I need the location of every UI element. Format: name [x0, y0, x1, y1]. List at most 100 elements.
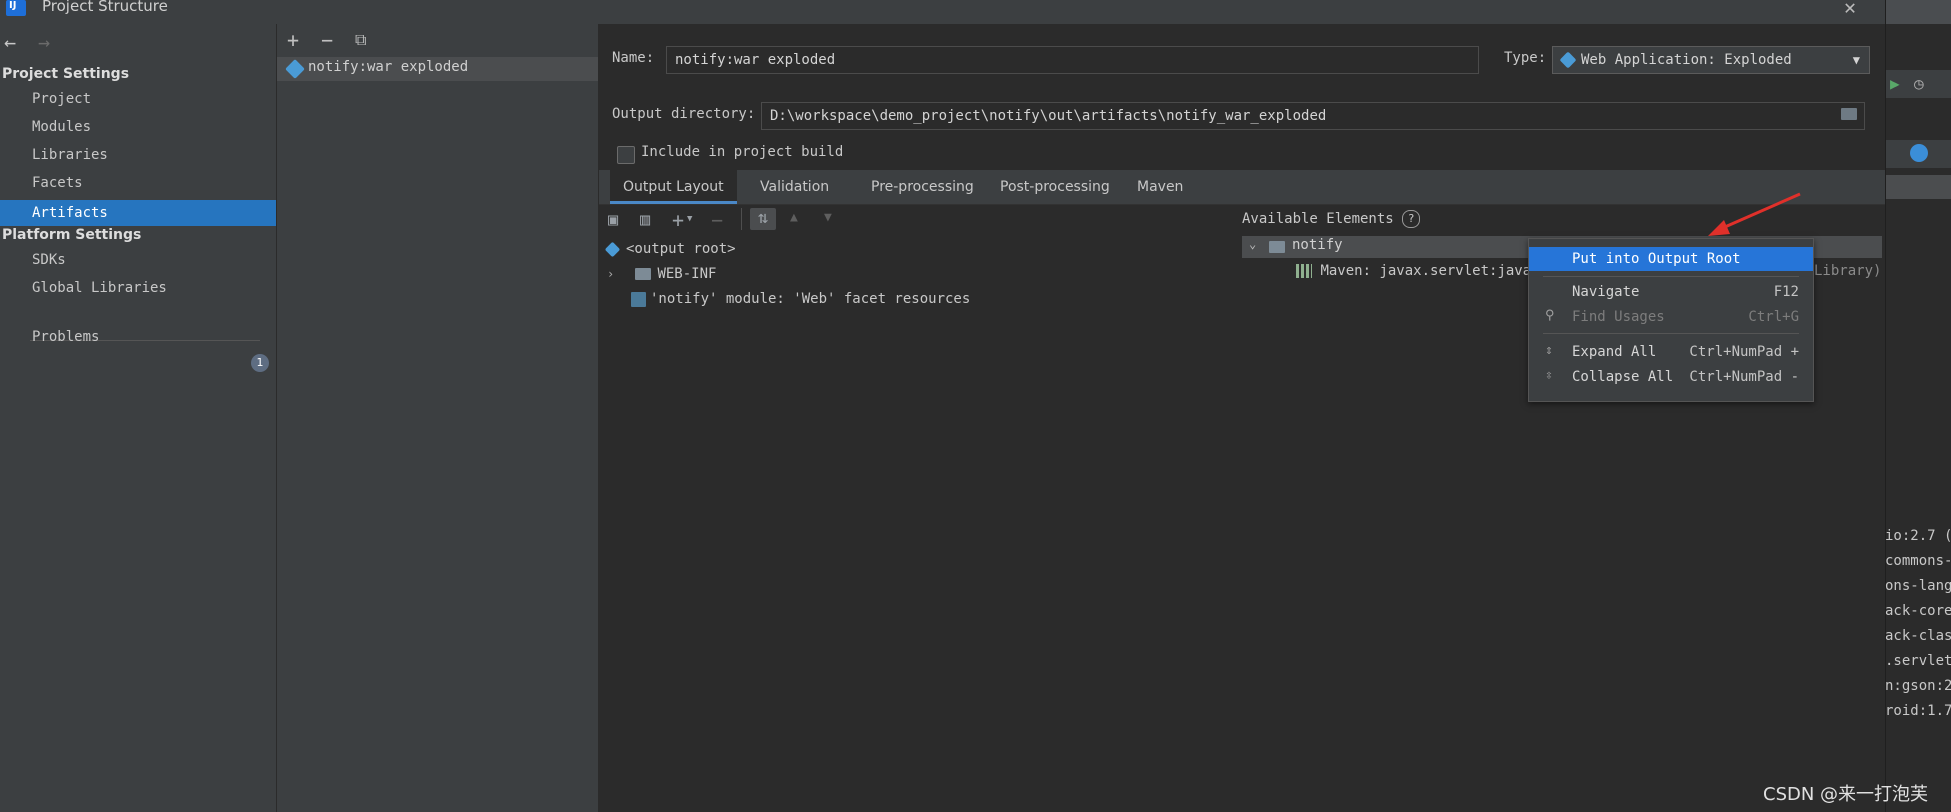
intellij-app-icon [6, 0, 26, 16]
csdn-watermark: CSDN @来一打泡芙 [1763, 784, 1929, 805]
move-up-icon[interactable]: ▲ [790, 210, 798, 225]
menu-item-label: Put into Output Root [1572, 251, 1741, 267]
tree-row-web-facet-resources[interactable]: 'notify' module: 'Web' facet resources [631, 288, 970, 310]
artifact-list-item[interactable]: notify:war exploded [277, 57, 598, 81]
collapse-all-icon: ⇳ [1545, 368, 1553, 383]
menu-separator [1543, 276, 1799, 277]
remove-element-button[interactable]: − [711, 208, 723, 232]
sidebar-item-modules[interactable]: Modules [0, 114, 276, 140]
sidebar-item-global-libraries[interactable]: Global Libraries [0, 275, 276, 301]
available-tree-row-maven-lib[interactable]: Maven: javax.servlet:javax [1296, 260, 1540, 282]
problems-count-badge: 1 [251, 354, 269, 372]
forward-arrow-icon[interactable]: → [38, 30, 50, 54]
include-in-build-label: Include in project build [641, 144, 844, 160]
available-root-label: notify [1292, 237, 1343, 253]
tab-output-layout[interactable]: Output Layout [610, 170, 737, 204]
tab-post-processing[interactable]: Post-processing [987, 170, 1123, 204]
project-settings-header: Project Settings [2, 66, 130, 82]
toolbar-separator [741, 208, 742, 230]
chevron-down-icon[interactable]: ⌄ [1249, 237, 1256, 251]
output-dir-input[interactable]: D:\workspace\demo_project\notify\out\art… [761, 102, 1865, 130]
tree-row-output-root[interactable]: <output root> [604, 238, 736, 260]
profiler-icon: ◷ [1914, 74, 1924, 93]
sidebar-item-project[interactable]: Project [0, 86, 276, 112]
copy-artifact-icon[interactable]: ⧉ [355, 30, 366, 50]
background-line: n:gson:2 [1885, 678, 1951, 694]
background-line: io:2.7 ( [1885, 528, 1951, 544]
menu-item-navigate[interactable]: Navigate F12 [1529, 280, 1813, 304]
sidebar-item-problems[interactable]: Problems [0, 324, 276, 350]
sort-elements-icon[interactable]: ⇅ [750, 208, 776, 230]
context-menu: Put into Output Root Navigate F12 ⚲ Find… [1528, 238, 1814, 402]
run-icon: ▶ [1890, 74, 1900, 93]
menu-item-label: Navigate [1572, 284, 1640, 300]
available-elements-label: Available Elements ? [1242, 210, 1421, 228]
type-select[interactable]: Web Application: Exploded ▼ [1552, 46, 1870, 74]
help-icon[interactable]: ? [1402, 210, 1421, 228]
search-icon: ⚲ [1545, 308, 1555, 323]
available-elements-text: Available Elements [1242, 211, 1394, 227]
menu-item-label: Collapse All [1572, 369, 1674, 385]
artifact-details-panel: Name: notify:war exploded Type: Web Appl… [599, 24, 1885, 812]
platform-settings-header: Platform Settings [2, 227, 142, 243]
menu-item-label: Expand All [1572, 344, 1657, 360]
background-selected-row [1886, 175, 1951, 199]
maven-lib-tail: Library) [1814, 263, 1882, 279]
name-label: Name: [612, 50, 655, 66]
add-dropdown-chevron-icon[interactable]: ▼ [687, 214, 692, 224]
create-archive-icon[interactable]: ▥ [640, 210, 650, 230]
tree-row-label: 'notify' module: 'Web' facet resources [650, 291, 971, 307]
window-title: Project Structure [42, 0, 168, 15]
library-icon [1296, 264, 1312, 278]
menu-item-label: Find Usages [1572, 309, 1665, 325]
module-folder-icon [1269, 241, 1285, 253]
artifact-list-panel: + − ⧉ notify:war exploded [277, 24, 599, 812]
sidebar-item-libraries[interactable]: Libraries [0, 142, 276, 168]
menu-item-shortcut: Ctrl+G [1748, 309, 1799, 325]
sidebar-item-facets[interactable]: Facets [0, 170, 276, 196]
sidebar-item-artifacts[interactable]: Artifacts [0, 200, 276, 226]
output-dir-label: Output directory: [612, 106, 756, 122]
tab-pre-processing[interactable]: Pre-processing [858, 170, 987, 204]
tree-row-web-inf[interactable]: › WEB-INF [607, 263, 716, 285]
menu-item-shortcut: Ctrl+NumPad + [1689, 344, 1799, 360]
background-line: ack-core [1885, 603, 1951, 619]
tree-row-label: WEB-INF [657, 266, 717, 282]
output-root-icon [604, 241, 621, 257]
background-line: commons- [1885, 553, 1951, 569]
browse-folder-icon[interactable] [1841, 108, 1857, 120]
artifact-tabs: Output Layout Validation Pre-processing … [599, 170, 1885, 205]
tab-validation[interactable]: Validation [747, 170, 842, 204]
include-in-build-checkbox[interactable] [617, 146, 635, 164]
web-app-icon [1559, 51, 1577, 69]
close-icon[interactable]: ✕ [1844, 0, 1856, 19]
type-label: Type: [1504, 50, 1547, 66]
create-directory-icon[interactable]: ▣ [608, 210, 618, 230]
tree-row-label: <output root> [626, 241, 736, 257]
tab-maven[interactable]: Maven [1124, 170, 1196, 204]
back-arrow-icon[interactable]: ← [4, 30, 16, 54]
title-bar: Project Structure ✕ [0, 0, 1885, 25]
menu-item-expand-all[interactable]: ⇕ Expand All Ctrl+NumPad + [1529, 340, 1813, 364]
background-run-toolbar: ▶ ◷ [1886, 70, 1951, 98]
war-exploded-icon [285, 59, 305, 79]
menu-separator [1543, 333, 1799, 334]
remove-artifact-button[interactable]: − [321, 28, 333, 52]
menu-item-shortcut: F12 [1773, 284, 1799, 300]
menu-item-shortcut: Ctrl+NumPad - [1689, 369, 1799, 385]
move-down-icon[interactable]: ▼ [824, 210, 832, 225]
background-line: .servlet [1885, 653, 1951, 669]
add-copy-of-button[interactable]: + [672, 208, 684, 232]
name-input[interactable]: notify:war exploded [666, 46, 1479, 74]
add-artifact-button[interactable]: + [287, 28, 299, 52]
background-gradle-toolbar [1886, 140, 1951, 168]
folder-icon [635, 268, 652, 280]
background-line: ons-lang3 [1885, 578, 1951, 594]
chevron-right-icon[interactable]: › [607, 263, 621, 285]
sidebar-item-sdks[interactable]: SDKs [0, 247, 276, 273]
refresh-icon [1910, 144, 1928, 162]
annotation-arrow-icon [1708, 192, 1801, 236]
menu-item-collapse-all[interactable]: ⇳ Collapse All Ctrl+NumPad - [1529, 365, 1813, 389]
menu-item-find-usages[interactable]: ⚲ Find Usages Ctrl+G [1529, 305, 1813, 329]
menu-item-put-into-output-root[interactable]: Put into Output Root [1529, 247, 1813, 271]
